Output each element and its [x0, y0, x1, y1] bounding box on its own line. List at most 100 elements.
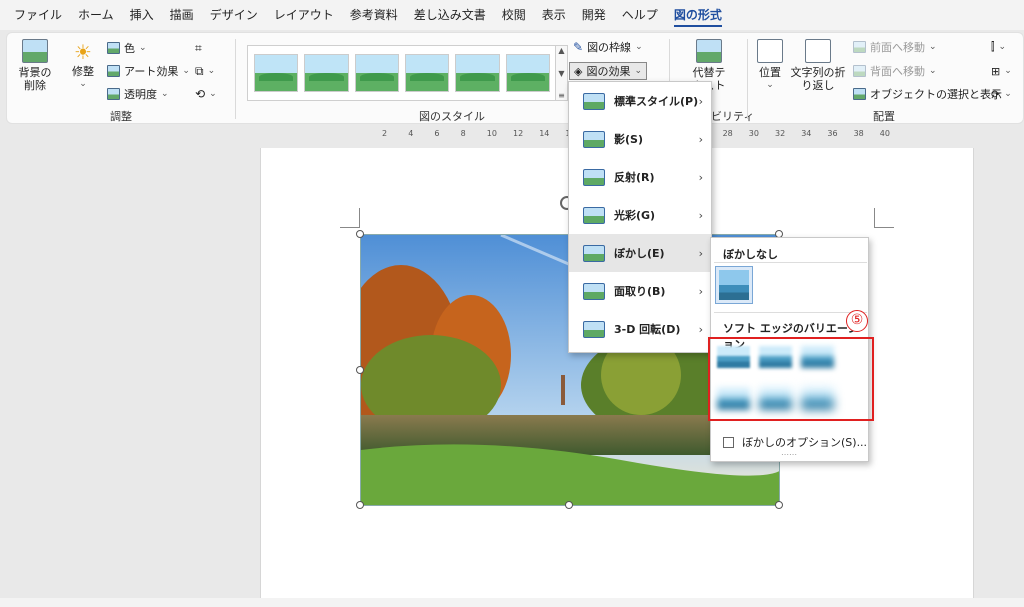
menu-tab[interactable]: 校閲 — [494, 0, 534, 30]
position-button[interactable]: 位置 ⌄ — [755, 39, 785, 92]
menu-tab[interactable]: 表示 — [534, 0, 574, 30]
change-picture-icon: ⧉ — [195, 63, 204, 78]
chevron-down-icon: ⌄ — [929, 66, 937, 76]
menu-tab[interactable]: 参考資料 — [342, 0, 406, 30]
remove-background-button[interactable]: 背景の 削除 — [15, 39, 55, 92]
wrap-text-label: 文字列の折 り返し — [790, 66, 846, 92]
chevron-down-icon: ⌄ — [161, 89, 169, 99]
shadow-icon — [583, 130, 605, 148]
chevron-right-icon: › — [698, 284, 703, 298]
crop-mark — [340, 208, 360, 228]
effects-menu-item-preset[interactable]: 標準スタイル(P) › — [569, 82, 711, 120]
ruler-tick-label: 6 — [434, 129, 440, 138]
transparency-button[interactable]: 透明度 ⌄ — [107, 85, 169, 103]
align-icon: ⫿ — [991, 40, 995, 53]
position-label: 位置 — [759, 66, 781, 79]
corrections-button[interactable]: ☀ 修整 ⌄ — [67, 39, 99, 91]
effects-menu-item-bevel[interactable]: 面取り(B) › — [569, 272, 711, 310]
change-picture-button[interactable]: ⧉ ⌄ — [195, 62, 215, 80]
vertical-ruler[interactable] — [0, 128, 14, 598]
effects-menu-item-3d-rotation[interactable]: 3-D 回転(D) › — [569, 310, 711, 348]
send-backward-label: 背面へ移動 — [870, 65, 925, 78]
artistic-effects-icon — [107, 65, 120, 77]
soft-edges-icon — [583, 244, 605, 262]
color-button[interactable]: 色 ⌄ — [107, 39, 147, 57]
chevron-down-icon: ⌄ — [79, 79, 87, 89]
reset-picture-icon: ⟲ — [195, 87, 206, 101]
picture-style-thumbnail[interactable] — [404, 54, 450, 92]
resize-grip-icon[interactable]: ⋯⋯ — [781, 450, 797, 459]
rotate-button[interactable]: ⟳ ⌄ — [991, 85, 1012, 103]
picture-effects-label: 図の効果 — [586, 65, 631, 78]
chevron-down-icon: ⌄ — [998, 42, 1007, 52]
chevron-down-icon: ⌄ — [635, 42, 643, 52]
menu-tab[interactable]: 描画 — [162, 0, 202, 30]
menu-tab[interactable]: 差し込み文書 — [406, 0, 494, 30]
picture-style-thumbnail[interactable] — [254, 54, 299, 92]
picture-style-thumbnail[interactable] — [455, 54, 500, 92]
status-bar — [0, 598, 1024, 607]
effects-menu-item-soft-edges[interactable]: ぼかし(E) › — [569, 234, 711, 272]
effects-menu-item-shadow[interactable]: 影(S) › — [569, 120, 711, 158]
ruler-tick-label: 34 — [801, 129, 812, 138]
ruler-tick-label: 38 — [853, 129, 864, 138]
gallery-more-icon[interactable]: ≡ — [558, 91, 565, 100]
chevron-right-icon: › — [698, 132, 703, 146]
chevron-down-icon: ⌄ — [1004, 89, 1012, 99]
menu-tab[interactable]: レイアウト — [266, 0, 342, 30]
picture-border-button[interactable]: ✎ 図の枠線 ⌄ — [573, 38, 643, 56]
chevron-down-icon: ⌄ — [182, 66, 190, 76]
selection-pane-label: オブジェクトの選択と表示 — [870, 88, 1002, 101]
ruler-tick-label: 8 — [460, 129, 466, 138]
alt-text-icon — [696, 39, 722, 63]
selection-pane-button[interactable]: オブジェクトの選択と表示 — [853, 85, 1002, 103]
soft-edge-options-link[interactable]: ぼかしのオプション(S)... — [723, 434, 867, 450]
menu-tab[interactable]: ヘルプ — [614, 0, 666, 30]
chevron-down-icon: ⌄ — [139, 43, 147, 53]
compress-pictures-button[interactable]: ⌗ — [195, 39, 202, 57]
chevron-up-icon[interactable]: ▲ — [558, 46, 564, 55]
menu-tab[interactable]: デザイン — [202, 0, 266, 30]
resize-handle[interactable] — [356, 230, 364, 238]
wrap-text-button[interactable]: 文字列の折 り返し — [789, 39, 847, 92]
picture-style-thumbnail[interactable] — [354, 54, 399, 92]
wrap-text-icon — [805, 39, 831, 63]
artistic-effects-button[interactable]: アート効果 ⌄ — [107, 62, 190, 80]
gallery-scroll[interactable]: ▲ ▼ ≡ — [555, 45, 568, 101]
menu-tab[interactable]: ファイル — [6, 0, 70, 30]
align-button[interactable]: ⫿ ⌄ — [991, 38, 1006, 56]
picture-style-thumbnail[interactable] — [505, 54, 550, 92]
ruler-tick-label: 40 — [879, 129, 890, 138]
preset-icon — [583, 92, 605, 110]
ruler-tick-label: 32 — [775, 129, 786, 138]
menu-tab[interactable]: 開発 — [574, 0, 614, 30]
ruler-tick-label: 14 — [539, 129, 550, 138]
send-backward-button[interactable]: 背面へ移動 ⌄ — [853, 62, 937, 80]
menu-tab[interactable]: ホーム — [70, 0, 122, 30]
menu-tab[interactable]: 挿入 — [122, 0, 162, 30]
bring-forward-button[interactable]: 前面へ移動 ⌄ — [853, 38, 937, 56]
group-objects-button[interactable]: ⊞ ⌄ — [991, 62, 1012, 80]
effects-menu-item-glow[interactable]: 光彩(G) › — [569, 196, 711, 234]
chevron-down-icon: ⌄ — [207, 66, 216, 76]
resize-handle[interactable] — [775, 501, 783, 509]
picture-border-label: 図の枠線 — [587, 41, 632, 54]
picture-styles-group-label: 図のスタイル — [419, 110, 485, 123]
checkbox-icon — [723, 436, 734, 448]
picture-effects-button[interactable]: ◈ 図の効果 ⌄ — [569, 62, 648, 80]
resize-handle[interactable] — [356, 501, 364, 509]
adjust-group-label: 調整 — [110, 110, 132, 123]
picture-style-thumbnail[interactable] — [304, 54, 349, 92]
group-icon: ⊞ — [991, 64, 1001, 78]
chevron-down-icon[interactable]: ▼ — [558, 69, 564, 78]
resize-handle[interactable] — [565, 501, 573, 509]
transparency-icon — [107, 88, 120, 100]
effects-menu-item-label: 影(S) — [614, 133, 643, 146]
effects-menu-item-reflection[interactable]: 反射(R) › — [569, 158, 711, 196]
picture-effects-icon: ◈ — [574, 64, 583, 78]
resize-handle[interactable] — [356, 366, 364, 374]
no-soft-edge-option[interactable] — [715, 266, 753, 304]
menu-tab[interactable]: 図の形式 — [666, 0, 730, 30]
chevron-down-icon: ⌄ — [1004, 66, 1012, 76]
reset-picture-button[interactable]: ⟲ ⌄ — [195, 85, 217, 103]
